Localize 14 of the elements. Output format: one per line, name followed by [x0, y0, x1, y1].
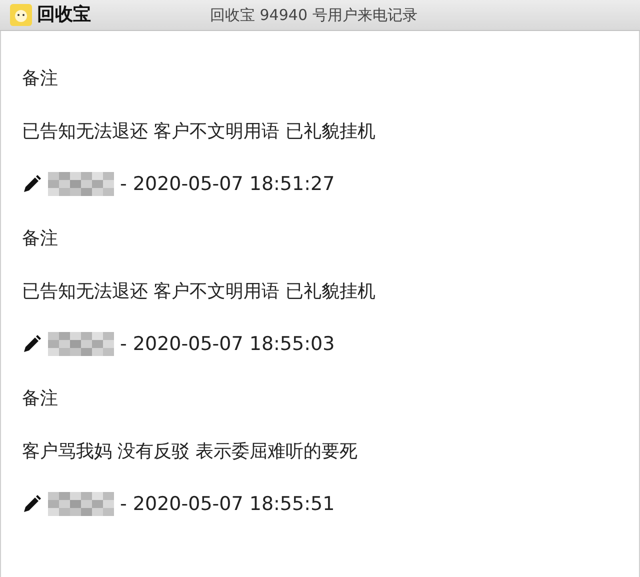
note-timestamp: - 2020-05-07 18:55:51	[120, 492, 335, 517]
window-title: 回收宝 94940 号用户来电记录	[210, 4, 418, 26]
app-logo-text: 回收宝	[37, 6, 91, 24]
pencil-icon	[22, 174, 42, 194]
note-timestamp: - 2020-05-07 18:51:27	[120, 172, 335, 197]
pencil-icon	[22, 494, 42, 514]
note-text: 已告知无法退还 客户不文明用语 已礼貌挂机	[22, 120, 376, 144]
note-timestamp: - 2020-05-07 18:55:03	[120, 332, 335, 357]
note-text: 已告知无法退还 客户不文明用语 已礼貌挂机	[22, 280, 376, 304]
note-text: 客户骂我妈 没有反驳 表示委屈难听的要死	[22, 440, 358, 464]
note-label: 备注	[22, 67, 59, 91]
note-label: 备注	[22, 387, 59, 411]
pencil-icon	[22, 334, 42, 354]
note-label: 备注	[22, 227, 59, 251]
